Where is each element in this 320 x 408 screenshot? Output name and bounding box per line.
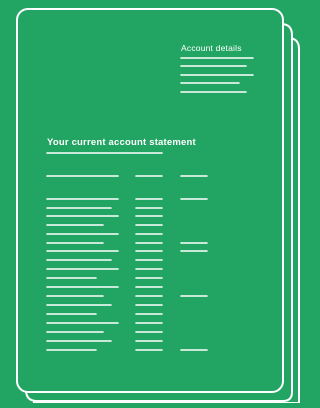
statement-title: Your current account statement [47, 137, 196, 148]
statement-illustration [0, 0, 300, 404]
account-details-label: Account details [181, 43, 242, 53]
